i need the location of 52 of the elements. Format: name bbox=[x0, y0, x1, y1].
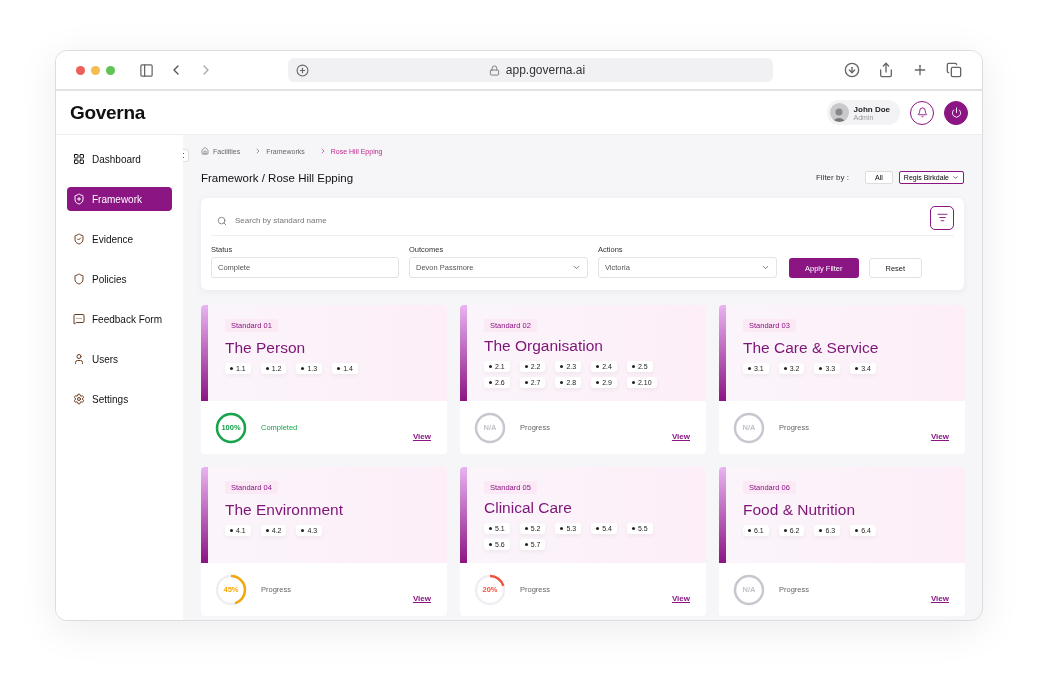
view-link[interactable]: View bbox=[412, 432, 431, 441]
address-bar[interactable]: app.governa.ai bbox=[288, 58, 773, 82]
lock-icon bbox=[488, 64, 500, 76]
tabs-icon[interactable] bbox=[946, 62, 962, 78]
view-link[interactable]: View bbox=[671, 432, 690, 441]
user-icon bbox=[73, 353, 85, 365]
sidebar-item[interactable]: Evidence bbox=[67, 227, 172, 251]
url-text: app.governa.ai bbox=[505, 63, 586, 77]
standard-title: The Environment bbox=[225, 501, 345, 519]
grid-icon bbox=[73, 153, 85, 165]
view-link[interactable]: View bbox=[412, 594, 431, 603]
chevron-down-icon bbox=[572, 263, 581, 272]
sidebar-toggle-icon[interactable] bbox=[139, 62, 154, 78]
window-controls-icon[interactable] bbox=[76, 65, 115, 75]
filter-button[interactable] bbox=[930, 205, 954, 230]
view-link[interactable]: View bbox=[671, 594, 690, 603]
notifications-button[interactable] bbox=[910, 100, 934, 125]
home-icon bbox=[201, 147, 209, 155]
chevron-down-icon bbox=[761, 263, 770, 272]
sidebar-item[interactable]: Framework bbox=[67, 187, 172, 211]
shield-icon bbox=[73, 273, 85, 285]
share-icon[interactable] bbox=[878, 62, 894, 78]
standard-title: The Organisation bbox=[484, 337, 604, 355]
new-tab-icon[interactable] bbox=[912, 62, 928, 78]
filter-label: Filter by : bbox=[815, 173, 849, 182]
sidebar-item[interactable]: Dashboard bbox=[67, 147, 172, 171]
sidebar-item[interactable]: Users bbox=[67, 347, 172, 371]
page-title: Framework / Rose Hill Epping bbox=[201, 171, 354, 184]
sidebar-item[interactable]: Settings bbox=[67, 387, 172, 411]
avatar-icon bbox=[829, 103, 849, 122]
plus-circle-icon[interactable] bbox=[296, 63, 309, 77]
view-link[interactable]: View bbox=[930, 432, 949, 441]
shield-plus-icon bbox=[73, 193, 85, 205]
view-link[interactable]: View bbox=[930, 594, 949, 603]
search-icon bbox=[217, 215, 227, 226]
power-icon bbox=[950, 107, 962, 118]
download-icon[interactable] bbox=[844, 62, 860, 78]
logo: Governa bbox=[70, 101, 145, 124]
sidebar-item[interactable]: Policies bbox=[67, 267, 172, 291]
standard-title: Clinical Care bbox=[484, 499, 573, 517]
standard-title: The Person bbox=[225, 339, 307, 357]
settings-icon bbox=[73, 393, 85, 405]
bell-icon bbox=[916, 107, 928, 118]
shield-check-icon bbox=[73, 233, 85, 245]
message-icon bbox=[73, 313, 85, 325]
power-button[interactable] bbox=[944, 100, 968, 125]
filter-icon bbox=[936, 212, 948, 223]
sidebar-item[interactable]: Feedback Form bbox=[67, 307, 172, 331]
chevron-down-icon bbox=[952, 174, 959, 181]
standard-title: Food & Nutrition bbox=[743, 501, 856, 519]
standard-title: The Care & Service bbox=[743, 339, 880, 357]
user-name: John Doe bbox=[853, 104, 890, 114]
